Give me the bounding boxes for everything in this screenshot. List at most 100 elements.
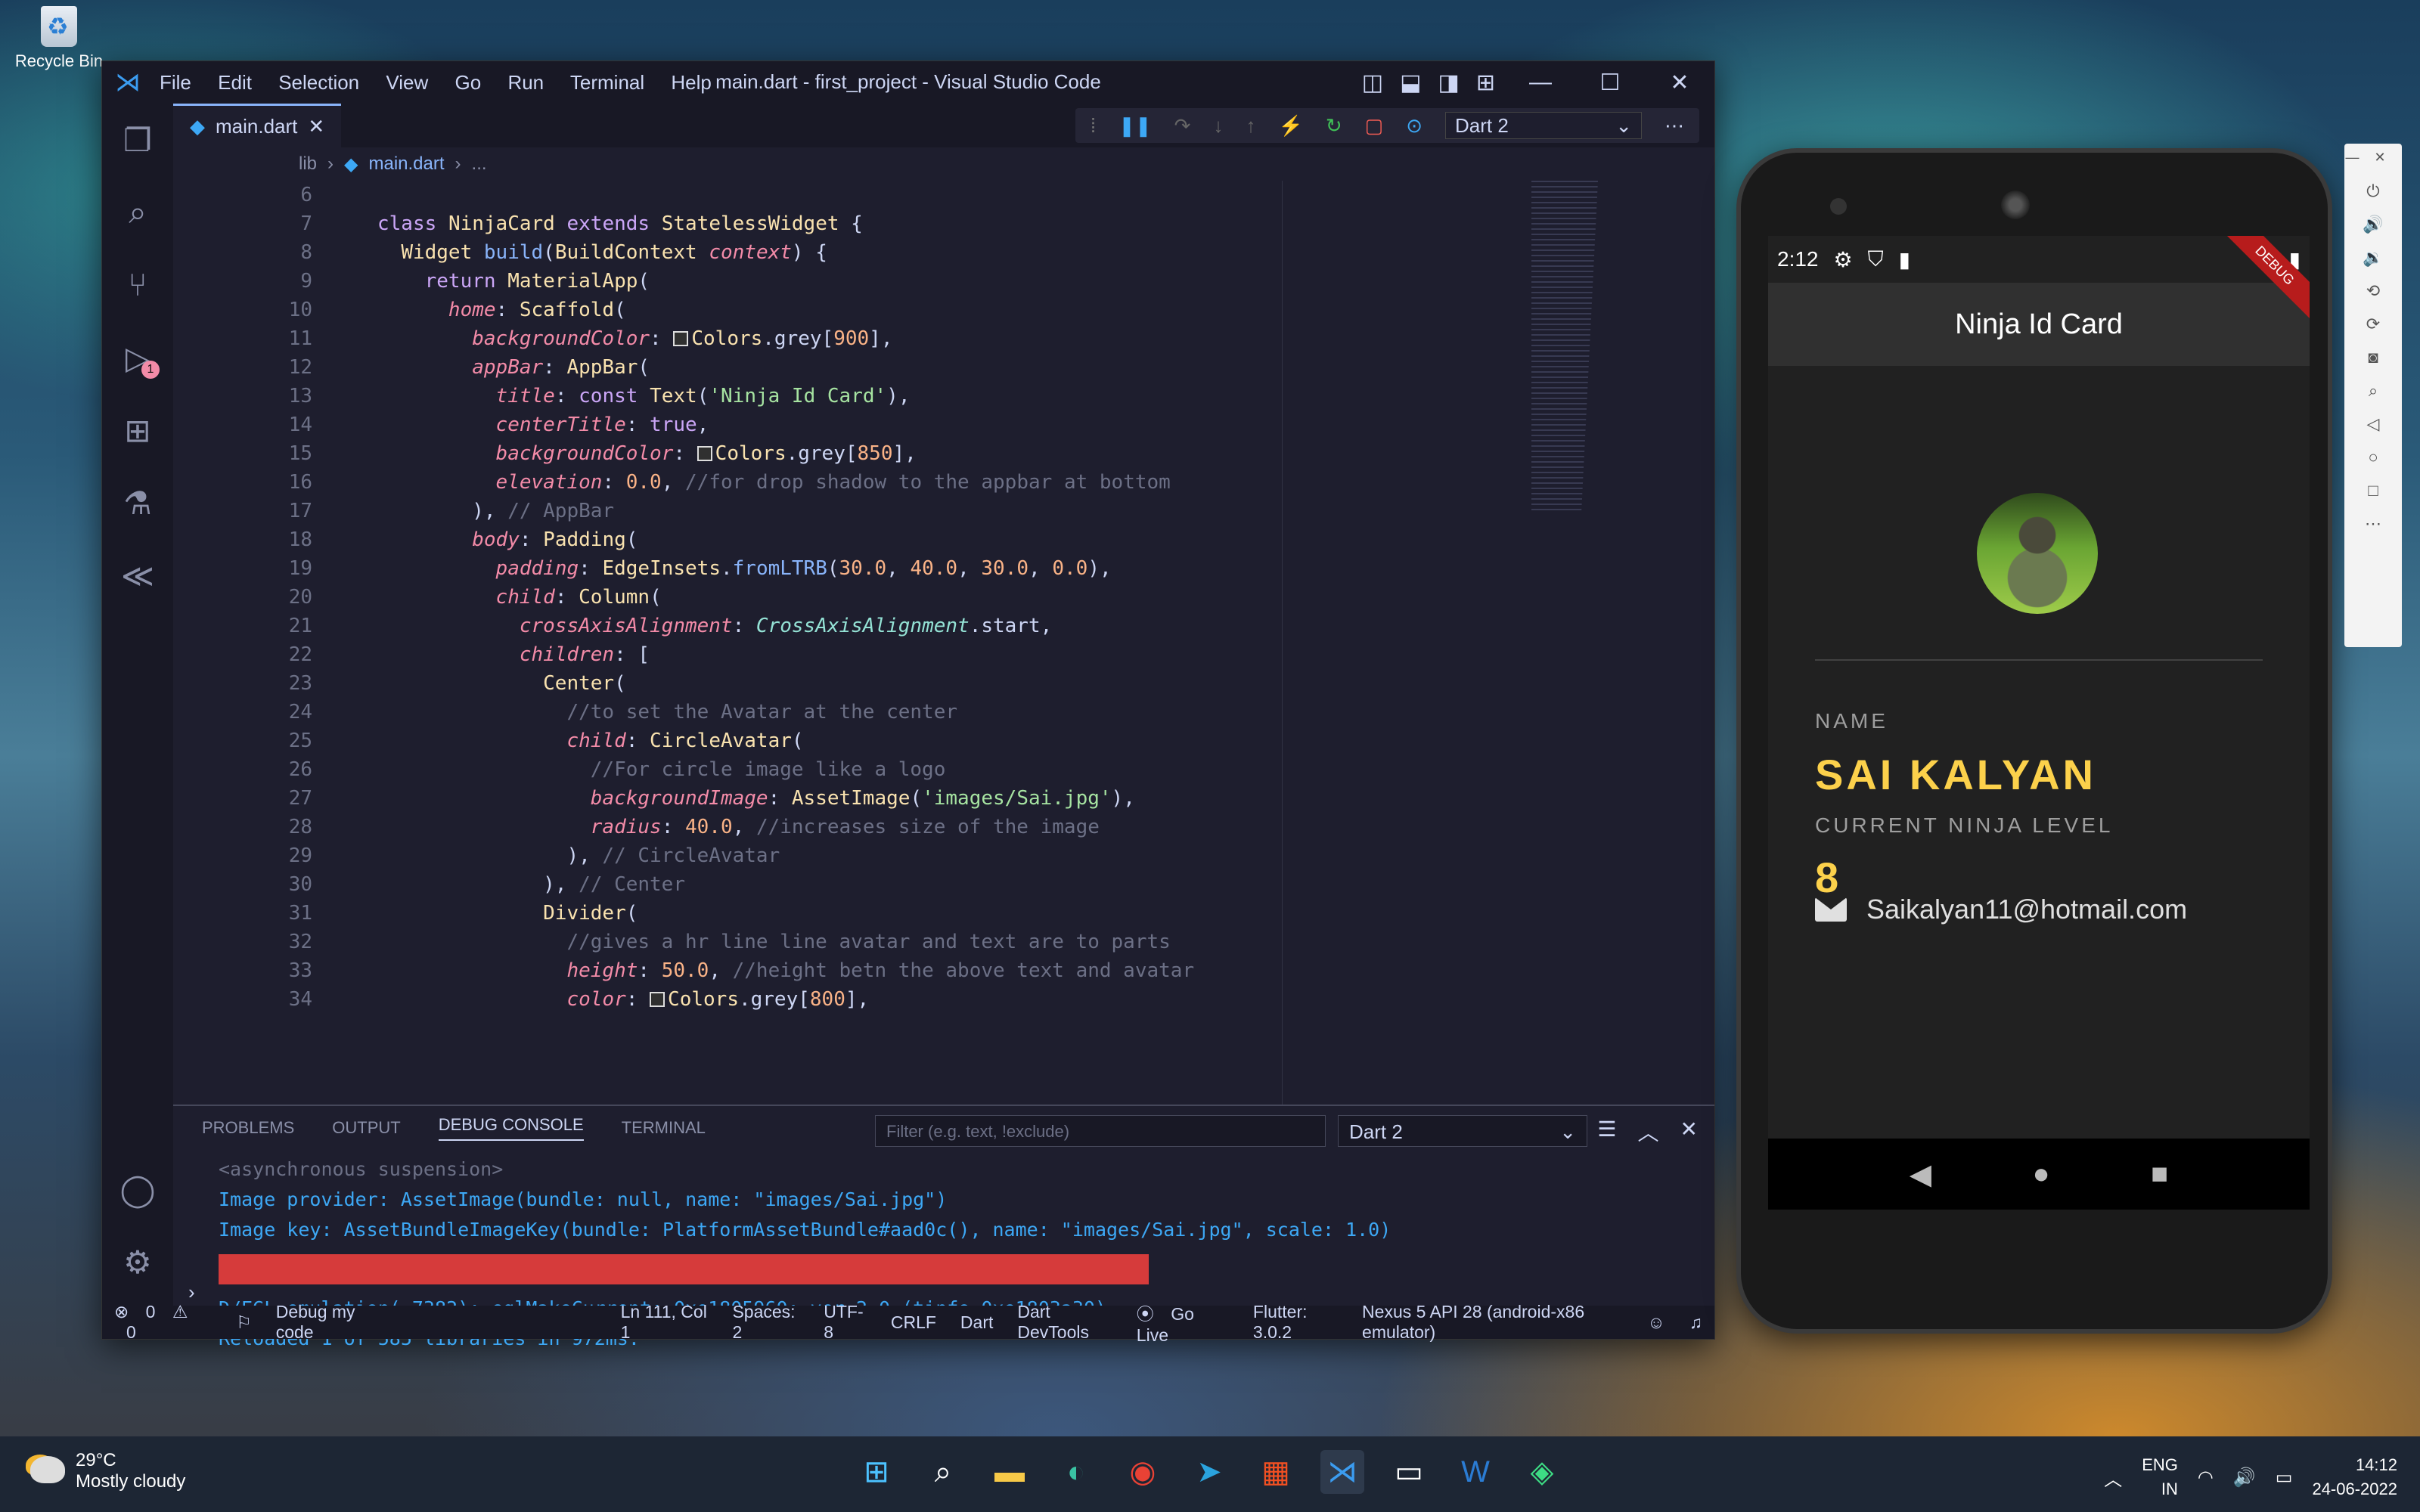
debug-target-select[interactable]: Dart 2 ⌄ [1445,112,1642,139]
menu-edit[interactable]: Edit [218,71,252,94]
search-icon[interactable]: ⌕ [921,1450,965,1494]
power-icon[interactable]: ⏻ [2366,181,2379,201]
volume-down-icon[interactable]: 🔉 [2363,248,2383,268]
restart-icon[interactable]: ↻ [1326,114,1342,138]
source-control-icon[interactable]: ⑂ [102,249,173,321]
stop-icon[interactable]: ▢ [1365,114,1384,138]
debug-status-icon[interactable]: ⚐ [236,1312,252,1333]
manage-gear-icon[interactable]: ⚙ [102,1225,173,1298]
toolbar-minimize-icon[interactable]: — [2345,150,2374,165]
step-out-icon[interactable]: ↑ [1246,114,1255,138]
eol-status[interactable]: CRLF [891,1312,936,1333]
wifi-icon[interactable]: ◠ [2198,1467,2214,1489]
accounts-icon[interactable]: ◯ [102,1153,173,1225]
customize-layout-icon[interactable]: ⊞ [1476,70,1495,96]
android-studio-icon[interactable]: ◈ [1520,1450,1564,1494]
search-icon[interactable]: ⌕ [102,176,173,249]
breadcrumb-lib[interactable]: lib [299,153,317,175]
inspect-widget-icon[interactable]: ⊙ [1406,114,1423,138]
menu-help[interactable]: Help [671,71,711,94]
devtools-status[interactable]: Dart DevTools [1017,1302,1112,1343]
volume-up-icon[interactable]: 🔊 [2363,215,2383,234]
clear-console-icon[interactable]: ☰ [1597,1117,1616,1147]
tab-output[interactable]: OUTPUT [332,1118,400,1138]
recycle-bin-icon[interactable]: Recycle Bin [6,6,112,71]
pause-icon[interactable]: ❚❚ [1118,114,1152,138]
device-status[interactable]: Nexus 5 API 28 (android-x86 emulator) [1362,1302,1623,1343]
menu-terminal[interactable]: Terminal [570,71,644,94]
step-over-icon[interactable]: ↷ [1174,114,1191,138]
extensions-icon[interactable]: ⊞ [102,394,173,466]
volume-icon[interactable]: 🔊 [2233,1467,2256,1489]
console-prompt-icon[interactable]: › [188,1281,195,1304]
feedback-icon[interactable]: ☺ [1647,1312,1665,1333]
indentation-status[interactable]: Spaces: 2 [732,1302,799,1343]
screenshot-camera-icon[interactable]: ◙ [2368,348,2378,367]
breadcrumb-file[interactable]: main.dart [368,153,444,175]
run-debug-icon[interactable]: ▷ 1 [102,321,173,394]
console-filter-input[interactable]: Filter (e.g. text, !exclude) [875,1115,1326,1147]
recents-button-icon[interactable]: ■ [2151,1158,2168,1191]
debug-config-status[interactable]: Debug my code [276,1302,382,1343]
tab-debug-console[interactable]: DEBUG CONSOLE [438,1115,584,1141]
vscode-taskbar-icon[interactable]: ⋊ [1320,1450,1364,1494]
testing-icon[interactable]: ⚗ [102,466,173,539]
home-icon[interactable]: ○ [2368,448,2378,467]
step-into-icon[interactable]: ↓ [1213,114,1223,138]
notifications-bell-icon[interactable]: ♫ [1689,1312,1702,1333]
home-button-icon[interactable]: ● [2033,1158,2050,1191]
input-language[interactable]: ENG IN [2142,1453,2178,1501]
weather-widget[interactable]: 29°C Mostly cloudy [30,1450,185,1492]
show-hidden-icons-icon[interactable]: ︿ [2104,1464,2122,1491]
flutter-version-status[interactable]: Flutter: 3.0.2 [1253,1302,1338,1343]
menu-file[interactable]: File [160,71,191,94]
menu-view[interactable]: View [386,71,428,94]
battery-icon[interactable]: ▭ [2276,1467,2293,1489]
flutter-icon[interactable]: ≪ [102,539,173,612]
maximize-panel-icon[interactable]: ︿ [1638,1117,1659,1147]
toggle-panel-icon[interactable]: ⬓ [1400,70,1421,96]
file-explorer-icon[interactable]: ▬ [988,1450,1032,1494]
menu-run[interactable]: Run [507,71,544,94]
telegram-icon[interactable]: ➤ [1187,1450,1231,1494]
more-options-icon[interactable]: ⋯ [2365,514,2381,534]
hot-reload-icon[interactable]: ⚡ [1278,114,1302,138]
tab-problems[interactable]: PROBLEMS [202,1118,294,1138]
menu-go[interactable]: Go [455,71,482,94]
chrome-browser-icon[interactable]: ◉ [1121,1450,1165,1494]
encoding-status[interactable]: UTF-8 [824,1302,867,1343]
clock[interactable]: 14:12 24-06-2022 [2312,1453,2397,1501]
back-button-icon[interactable]: ◀ [1910,1157,1931,1191]
minimize-button[interactable]: — [1506,70,1575,95]
explorer-icon[interactable]: ❐ [102,104,173,176]
word-icon[interactable]: W [1454,1450,1497,1494]
toolbar-close-icon[interactable]: ✕ [2374,150,2400,165]
toggle-secondary-sidebar-icon[interactable]: ◨ [1438,70,1460,96]
terminal-icon[interactable]: ▭ [1387,1450,1431,1494]
rotate-left-icon[interactable]: ⟲ [2366,281,2380,301]
golive-status[interactable]: ⦿ Go Live [1137,1300,1229,1346]
tab-terminal[interactable]: TERMINAL [622,1118,706,1138]
maximize-button[interactable]: ☐ [1575,70,1645,96]
edge-browser-icon[interactable]: ◐ [1054,1450,1098,1494]
microsoft-store-icon[interactable]: ▦ [1254,1450,1298,1494]
cursor-position[interactable]: Ln 111, Col 1 [621,1302,709,1343]
menu-selection[interactable]: Selection [278,71,359,94]
breadcrumb-more[interactable]: ... [472,153,487,175]
problems-status[interactable]: ⊗ 0 ⚠ 0 [114,1302,212,1343]
close-button[interactable]: ✕ [1645,70,1714,96]
toggle-sidebar-icon[interactable]: ◫ [1362,70,1383,96]
overview-icon[interactable]: □ [2368,481,2378,500]
tab-close-icon[interactable]: ✕ [308,115,324,138]
back-icon[interactable]: ◁ [2367,414,2380,434]
drag-handle-icon[interactable]: ⁞ [1091,114,1096,138]
language-status[interactable]: Dart [960,1312,993,1333]
close-panel-icon[interactable]: ✕ [1680,1117,1698,1147]
console-session-select[interactable]: Dart 2 ⌄ [1338,1115,1587,1147]
tab-main-dart[interactable]: ◆ main.dart ✕ [173,104,342,147]
code-editor[interactable]: 6 7 8 9 10 11 12 13 14 15 16 17 18 19 20… [173,181,1714,1105]
start-menu-icon[interactable]: ⊞ [855,1450,898,1494]
minimap[interactable] [1531,181,1598,513]
rotate-right-icon[interactable]: ⟳ [2366,314,2380,334]
zoom-icon[interactable]: ⌕ [2369,381,2378,401]
